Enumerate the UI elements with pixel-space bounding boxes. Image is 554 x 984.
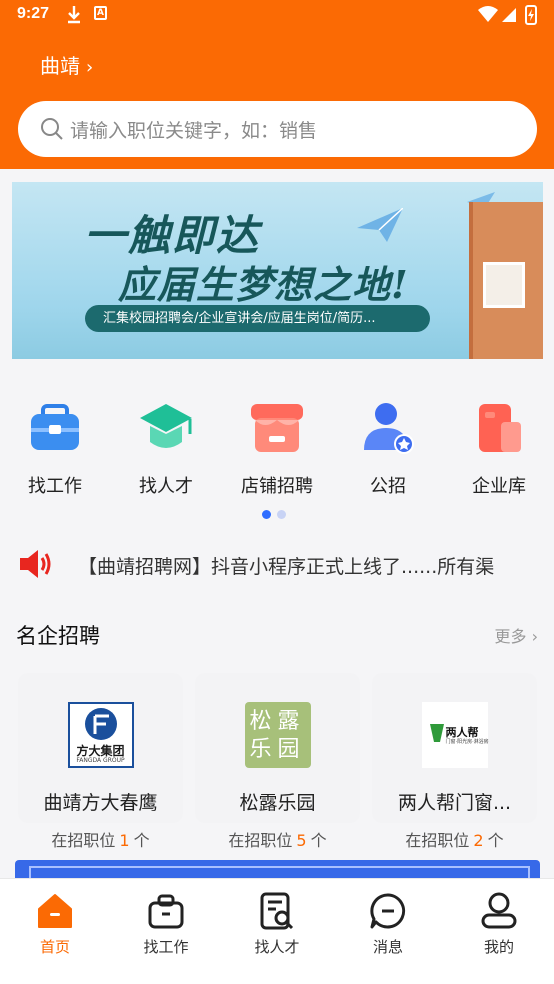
menu-label: 公招 (370, 476, 406, 497)
resume-search-icon (257, 891, 297, 931)
company-logo: 方大集团 FANGDA GROUP (67, 702, 134, 768)
open-positions: 在招职位 2 个 (405, 831, 504, 850)
building-icon (471, 400, 527, 456)
more-label: 更多 (494, 627, 527, 646)
home-icon (35, 891, 75, 931)
menu-label: 店铺招聘 (241, 476, 313, 497)
tab-label: 找工作 (143, 938, 189, 956)
menu-public-recruit[interactable]: 公招 (338, 400, 438, 498)
store-icon (249, 400, 305, 456)
search-bar[interactable]: 请输入职位关键字，如：销售 (18, 101, 537, 157)
search-icon (41, 118, 63, 140)
banner-tagline: 汇集校园招聘会/企业宣讲会/应届生岗位/简历... (85, 305, 430, 332)
app-header: 9:27 A 曲靖 › 请输入职位关键字，如：销售 (0, 0, 554, 169)
company-logo: 松露乐园 (244, 702, 311, 768)
menu-company-library[interactable]: 企业库 (449, 400, 549, 498)
company-name: 曲靖方大春鹰 (43, 792, 158, 814)
notice-bar[interactable]: 【曲靖招聘网】抖音小程序正式上线了......所有渠 (0, 540, 554, 588)
company-name: 松露乐园 (239, 792, 316, 814)
tab-label: 首页 (39, 938, 70, 956)
briefcase-icon (27, 400, 83, 456)
open-positions: 在招职位 5 个 (228, 831, 327, 850)
tab-label: 找人才 (254, 938, 300, 956)
person-badge-icon (360, 400, 416, 456)
company-logo-sub: 门窗·阳光房·淋浴房 (445, 739, 489, 745)
menu-label: 企业库 (472, 476, 526, 497)
company-logo: 两人帮 门窗·阳光房·淋浴房 (421, 702, 489, 768)
notice-text: 【曲靖招聘网】抖音小程序正式上线了......所有渠 (78, 556, 495, 578)
system-status-icons (478, 5, 537, 25)
tab-profile[interactable]: 我的 (454, 891, 544, 957)
menu-find-job[interactable]: 找工作 (5, 400, 105, 498)
company-logo-sub: FANGDA GROUP (76, 757, 125, 764)
open-positions: 在招职位 1 个 (51, 831, 150, 850)
menu-label: 找人才 (139, 476, 193, 497)
chevron-right-icon: › (531, 627, 538, 646)
chat-bubble-icon (368, 891, 408, 931)
company-logo-text: 松露乐园 (249, 709, 306, 762)
menu-store-recruit[interactable]: 店铺招聘 (227, 400, 327, 498)
city-selector[interactable]: 曲靖 › (40, 50, 93, 79)
menu-label: 找工作 (28, 476, 82, 497)
bottom-tab-bar: 首页 找工作 找人才 消息 我的 (0, 878, 554, 984)
pager-dot[interactable] (277, 510, 286, 519)
tab-home[interactable]: 首页 (10, 891, 100, 957)
paper-plane-icon (357, 208, 403, 242)
download-icon (68, 6, 80, 24)
menu-find-talent[interactable]: 找人才 (116, 400, 216, 498)
graduation-cap-icon (138, 400, 194, 456)
status-bar: 9:27 A (0, 0, 554, 30)
quick-menu: 找工作 找人才 店铺招聘 公招 企业库 (0, 400, 554, 500)
menu-pager (262, 504, 292, 523)
tab-messages[interactable]: 消息 (343, 891, 433, 957)
banner-window-illustration (483, 262, 525, 308)
search-placeholder: 请输入职位关键字，如：销售 (70, 120, 318, 142)
company-card[interactable]: 方大集团 FANGDA GROUP 曲靖方大春鹰 在招职位 1 个 (18, 673, 183, 850)
city-name: 曲靖 (40, 54, 80, 78)
pager-dot-active[interactable] (262, 510, 271, 519)
profile-icon (479, 891, 519, 931)
tab-label: 我的 (483, 938, 514, 956)
tab-find-job[interactable]: 找工作 (121, 891, 211, 957)
speaker-icon (20, 550, 51, 578)
company-name: 两人帮门窗... (397, 792, 512, 814)
status-time: 9:27 (17, 5, 50, 22)
section-title: 名企招聘 (16, 624, 100, 648)
banner-subtitle: 应届生梦想之地! (118, 262, 409, 307)
company-card[interactable]: 松露乐园 松露乐园 在招职位 5 个 (195, 673, 360, 850)
tab-find-talent[interactable]: 找人才 (232, 891, 322, 957)
more-link[interactable]: 更多 › (494, 623, 538, 647)
company-card[interactable]: 两人帮 门窗·阳光房·淋浴房 两人帮门窗... 在招职位 2 个 (372, 673, 537, 850)
promo-banner[interactable]: 一触即达 应届生梦想之地! 汇集校园招聘会/企业宣讲会/应届生岗位/简历... (12, 182, 543, 359)
chevron-right-icon: › (86, 57, 94, 78)
briefcase-outline-icon (146, 891, 186, 931)
tab-label: 消息 (372, 938, 403, 956)
banner-building-illustration (469, 202, 543, 359)
app-notification-icon: A (94, 6, 107, 20)
